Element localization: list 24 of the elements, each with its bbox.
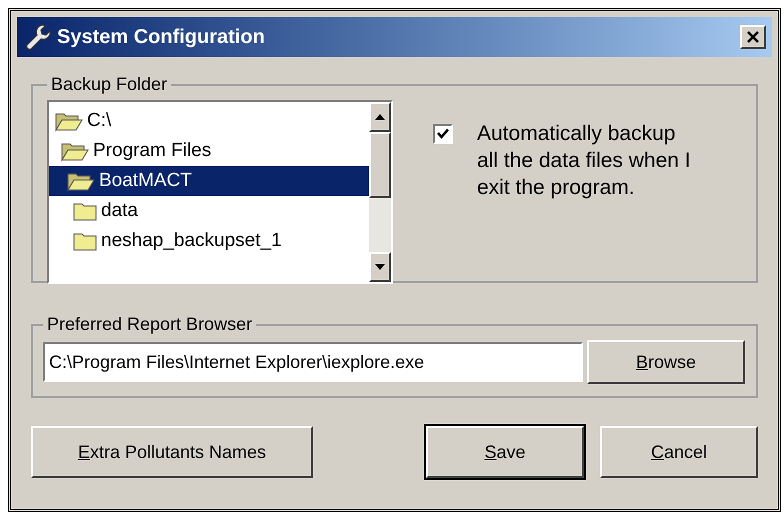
dialog-button[interactable]: Save xyxy=(426,426,584,478)
checkbox[interactable] xyxy=(433,124,453,144)
close-icon xyxy=(746,30,760,44)
scroll-up-button[interactable] xyxy=(369,102,391,132)
browse-button[interactable]: Browse xyxy=(587,340,745,384)
tree-item[interactable]: neshap_backupset_1 xyxy=(99,226,284,256)
scroll-down-button[interactable] xyxy=(369,252,391,282)
scroll-thumb[interactable] xyxy=(369,132,391,198)
browser-path-field[interactable]: C:\Program Files\Internet Explorer\iexplore.exe xyxy=(43,342,583,382)
close-button[interactable] xyxy=(740,25,766,49)
wrench-icon xyxy=(23,22,53,52)
window-title: System Configuration xyxy=(57,25,265,50)
tree-item[interactable]: C:\ xyxy=(85,106,114,136)
tree-item[interactable]: Program Files xyxy=(91,136,214,166)
group-label: Preferred Report Browser xyxy=(46,313,254,336)
checkbox-label: Automatically backup all the data files when I exit the program. xyxy=(477,121,692,201)
check-icon xyxy=(437,128,449,140)
tree-item[interactable]: data xyxy=(99,196,140,226)
group-label: Backup Folder xyxy=(50,73,168,96)
dialog-button[interactable]: Cancel xyxy=(600,426,758,478)
dialog-button[interactable]: Extra Pollutants Names xyxy=(31,426,313,478)
down-arrow-icon xyxy=(375,264,385,270)
scrollbar[interactable] xyxy=(369,102,391,282)
up-arrow-icon xyxy=(375,114,385,120)
